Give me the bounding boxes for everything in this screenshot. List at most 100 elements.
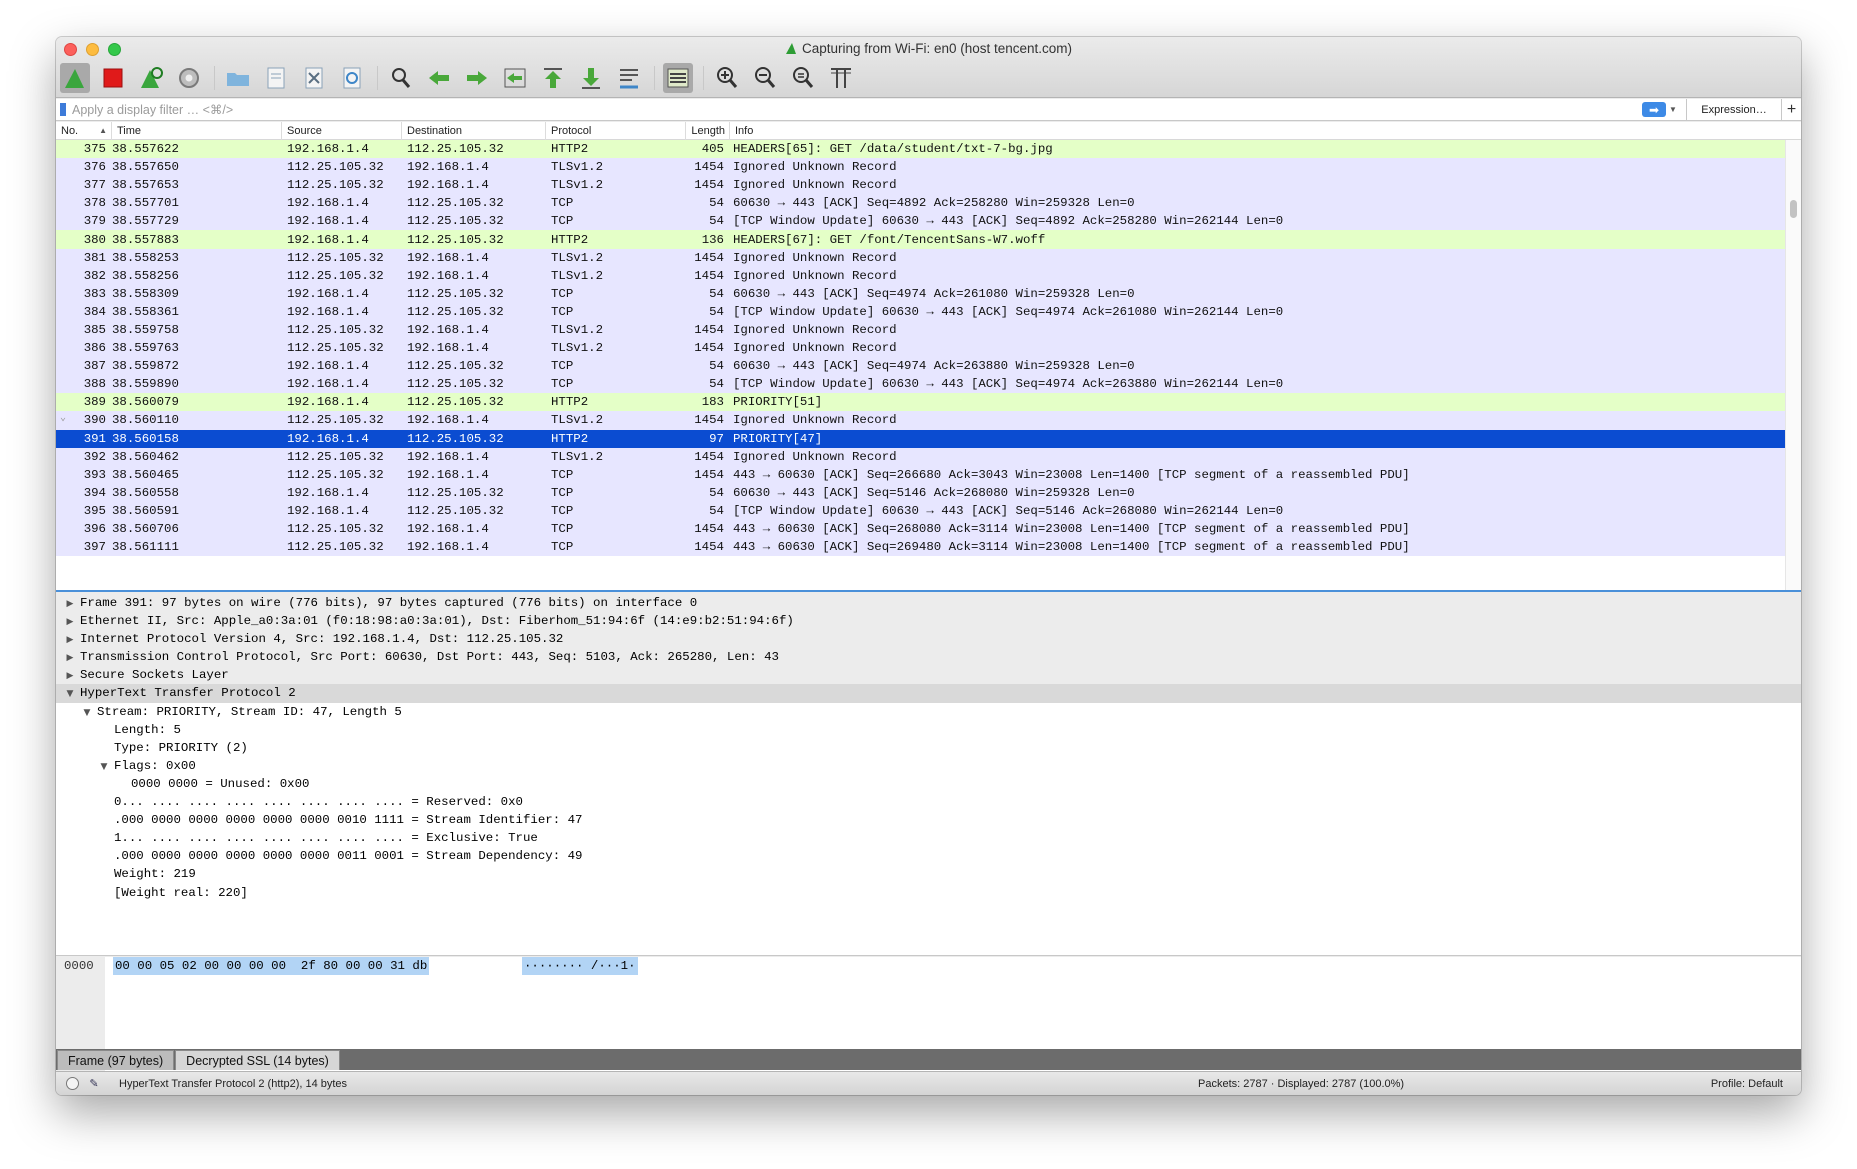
detail-tree-item[interactable]: 0... .... .... .... .... .... .... .... …	[56, 793, 1801, 811]
packet-no: 396	[83, 522, 106, 537]
detail-tree-item[interactable]: ▶ Transmission Control Protocol, Src Port…	[56, 648, 1801, 667]
capture-comment-icon[interactable]: ✎	[87, 1077, 101, 1091]
detail-tree-item[interactable]: Weight: 219	[56, 865, 1801, 883]
status-profile[interactable]: Profile: Default	[1679, 1078, 1801, 1090]
expert-info-icon[interactable]	[66, 1077, 79, 1090]
column-header-destination[interactable]: Destination	[402, 122, 546, 140]
packet-time: 38.557729	[112, 214, 179, 229]
packet-source: 192.168.1.4	[287, 485, 369, 500]
detail-tree-item[interactable]: [Weight real: 220]	[56, 884, 1801, 902]
detail-tree-item[interactable]: ▶ Ethernet II, Src: Apple_a0:3a:01 (f0:18…	[56, 612, 1801, 631]
packet-row[interactable]: 397 38.561111 112.25.105.32 192.168.1.4 TCP 1…	[56, 538, 1785, 557]
expand-right-icon[interactable]: ▶	[64, 631, 76, 649]
packet-row[interactable]: 383 38.558309 192.168.1.4 112.25.105.32 TCP 5…	[56, 284, 1785, 303]
packet-row-selected[interactable]: 391 38.560158 192.168.1.4 112.25.105.32 HTTP…	[56, 429, 1785, 448]
filter-bookmark-button[interactable]	[56, 99, 70, 121]
packet-row[interactable]: 378 38.557701 192.168.1.4 112.25.105.32 TCP 5…	[56, 194, 1785, 213]
packet-row[interactable]: 380 38.557883 192.168.1.4 112.25.105.32 HTTP…	[56, 230, 1785, 249]
capture-options-button[interactable]	[174, 63, 204, 93]
expand-right-icon[interactable]: ▶	[64, 595, 76, 613]
expand-down-icon[interactable]: ▼	[81, 704, 93, 722]
detail-tree-item[interactable]: ▶ Secure Sockets Layer	[56, 666, 1801, 685]
detail-tree-item[interactable]: ▼ HyperText Transfer Protocol 2	[56, 684, 1801, 703]
restart-capture-button[interactable]	[136, 63, 166, 93]
packet-row[interactable]: 375 38.557622 192.168.1.4 112.25.105.32 HTTP…	[56, 140, 1785, 159]
detail-tree-item[interactable]: ▼ Stream: PRIORITY, Stream ID: 47, Length…	[56, 703, 1801, 721]
display-filter-input[interactable]	[70, 99, 1638, 120]
bytes-hex[interactable]: 00 00 05 02 00 00 00 00 2f 80 00 00 31 d…	[113, 957, 430, 975]
packet-row[interactable]: 382 38.558256 112.25.105.32 192.168.1.4 TLSv…	[56, 266, 1785, 285]
expand-down-icon[interactable]: ▼	[64, 685, 76, 703]
packet-time: 38.560591	[112, 503, 179, 518]
packet-info: Ignored Unknown Record	[733, 178, 897, 193]
detail-tree-item[interactable]: .000 0000 0000 0000 0000 0000 0010 1111 …	[56, 811, 1801, 829]
bytes-ascii[interactable]: ········ /···1·	[522, 957, 638, 975]
expression-button[interactable]: Expression…	[1686, 98, 1781, 121]
tab-frame-bytes[interactable]: Frame (97 bytes)	[57, 1050, 175, 1070]
normal-size-button[interactable]	[788, 63, 818, 93]
packet-row[interactable]: 385 38.559758 112.25.105.32 192.168.1.4 TLSv…	[56, 320, 1785, 340]
go-forward-button[interactable]	[462, 63, 492, 93]
packet-row[interactable]: 376 38.557650 112.25.105.32 192.168.1.4 TLSv…	[56, 158, 1785, 177]
zoom-out-button[interactable]	[750, 63, 780, 93]
packet-destination: 192.168.1.4	[407, 467, 489, 482]
packet-destination: 112.25.105.32	[407, 431, 504, 446]
add-filter-button[interactable]: +	[1781, 98, 1801, 121]
save-file-button[interactable]	[261, 63, 291, 93]
find-packet-button[interactable]	[386, 63, 416, 93]
expand-down-icon[interactable]: ▼	[98, 758, 110, 776]
packet-row[interactable]: 386 38.559763 112.25.105.32 192.168.1.4 TLSv…	[56, 339, 1785, 358]
expand-right-icon[interactable]: ▶	[64, 649, 76, 667]
packet-time: 38.560158	[112, 431, 179, 446]
packet-row[interactable]: 388 38.559890 192.168.1.4 112.25.105.32 TCP 5…	[56, 375, 1785, 394]
expand-right-icon[interactable]: ▶	[64, 667, 76, 685]
start-capture-button[interactable]	[60, 63, 90, 93]
packet-row[interactable]: 389 38.560079 192.168.1.4 112.25.105.32 HTTP…	[56, 393, 1785, 412]
packet-time: 38.559763	[112, 341, 179, 356]
detail-tree-item[interactable]: Length: 5	[56, 721, 1801, 739]
scrollbar-thumb[interactable]	[1790, 200, 1797, 218]
column-header-protocol[interactable]: Protocol	[546, 122, 686, 140]
column-header-source[interactable]: Source	[282, 122, 402, 140]
autoscroll-button[interactable]	[614, 63, 644, 93]
tab-decrypted-ssl[interactable]: Decrypted SSL (14 bytes)	[175, 1050, 340, 1070]
packet-row[interactable]: 390 38.560110 112.25.105.32 192.168.1.4 TLSv…	[56, 411, 1785, 430]
open-file-button[interactable]	[223, 63, 253, 93]
detail-tree-item[interactable]: ▶ Internet Protocol Version 4, Src: 192.1…	[56, 630, 1801, 649]
detail-tree-item[interactable]: ▶ Frame 391: 97 bytes on wire (776 bits),…	[56, 594, 1801, 613]
go-last-button[interactable]	[576, 63, 606, 93]
colorize-button[interactable]	[663, 63, 693, 93]
packet-row[interactable]: 377 38.557653 112.25.105.32 192.168.1.4 TLSv…	[56, 176, 1785, 195]
filter-history-dropdown[interactable]: ▼	[1666, 105, 1680, 114]
packet-row[interactable]: 384 38.558361 192.168.1.4 112.25.105.32 TCP 5…	[56, 302, 1785, 321]
packet-row[interactable]: 393 38.560465 112.25.105.32 192.168.1.4 TCP 1…	[56, 465, 1785, 484]
zoom-in-button[interactable]	[712, 63, 742, 93]
packet-row[interactable]: 379 38.557729 192.168.1.4 112.25.105.32 TCP 5…	[56, 212, 1785, 231]
packet-row[interactable]: 381 38.558253 112.25.105.32 192.168.1.4 TLSv…	[56, 248, 1785, 267]
resize-columns-button[interactable]	[826, 63, 856, 93]
detail-tree-item[interactable]: .000 0000 0000 0000 0000 0000 0011 0001 …	[56, 847, 1801, 865]
stop-capture-button[interactable]	[98, 63, 128, 93]
packet-row[interactable]: 396 38.560706 112.25.105.32 192.168.1.4 TCP 1…	[56, 519, 1785, 539]
column-header-length[interactable]: Length	[686, 122, 730, 140]
packet-row[interactable]: 395 38.560591 192.168.1.4 112.25.105.32 TCP 5…	[56, 501, 1785, 520]
reload-file-button[interactable]	[337, 63, 367, 93]
detail-tree-item[interactable]: ▼ Flags: 0x00	[56, 757, 1801, 775]
detail-tree-item[interactable]: Type: PRIORITY (2)	[56, 739, 1801, 757]
column-header-time[interactable]: Time	[112, 122, 282, 140]
column-header-no[interactable]: No. ▲	[56, 122, 112, 140]
packet-no: 380	[83, 232, 106, 247]
detail-tree-item[interactable]: 0000 0000 = Unused: 0x00	[56, 775, 1801, 793]
packet-list-scrollbar[interactable]	[1785, 140, 1801, 590]
go-to-packet-button[interactable]	[500, 63, 530, 93]
apply-filter-button[interactable]: ➡	[1642, 102, 1666, 117]
packet-row[interactable]: 392 38.560462 112.25.105.32 192.168.1.4 TLSv…	[56, 447, 1785, 466]
expand-right-icon[interactable]: ▶	[64, 613, 76, 631]
go-back-button[interactable]	[424, 63, 454, 93]
close-file-button[interactable]	[299, 63, 329, 93]
detail-tree-item[interactable]: 1... .... .... .... .... .... .... .... …	[56, 829, 1801, 847]
column-header-info[interactable]: Info	[730, 122, 1801, 140]
packet-row[interactable]: 394 38.560558 192.168.1.4 112.25.105.32 TCP 5…	[56, 483, 1785, 502]
packet-row[interactable]: 387 38.559872 192.168.1.4 112.25.105.32 TCP 5…	[56, 357, 1785, 376]
go-first-button[interactable]	[538, 63, 568, 93]
